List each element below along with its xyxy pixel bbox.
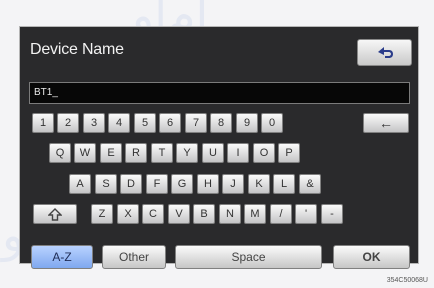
key-t[interactable]: T bbox=[151, 143, 173, 163]
key-7[interactable]: 7 bbox=[185, 113, 207, 133]
mode-az-button[interactable]: A-Z bbox=[31, 245, 93, 269]
back-button[interactable] bbox=[357, 39, 412, 66]
key-c[interactable]: C bbox=[142, 204, 164, 224]
key-dash[interactable]: - bbox=[321, 204, 343, 224]
key-1[interactable]: 1 bbox=[32, 113, 54, 133]
image-code: 354C50068U bbox=[386, 277, 428, 284]
mode-other-button[interactable]: Other bbox=[102, 245, 166, 269]
key-z[interactable]: Z bbox=[91, 204, 113, 224]
page-title: Device Name bbox=[30, 41, 124, 58]
ok-button[interactable]: OK bbox=[333, 245, 410, 269]
key-2[interactable]: 2 bbox=[57, 113, 79, 133]
key-4[interactable]: 4 bbox=[108, 113, 130, 133]
key-x[interactable]: X bbox=[117, 204, 139, 224]
key-y[interactable]: Y bbox=[176, 143, 198, 163]
key-ampersand[interactable]: & bbox=[299, 174, 321, 194]
device-name-input[interactable]: BT1_ bbox=[29, 82, 410, 104]
key-n[interactable]: N bbox=[219, 204, 241, 224]
key-g[interactable]: G bbox=[171, 174, 193, 194]
key-k[interactable]: K bbox=[248, 174, 270, 194]
key-j[interactable]: J bbox=[222, 174, 244, 194]
key-d[interactable]: D bbox=[120, 174, 142, 194]
key-w[interactable]: W bbox=[74, 143, 96, 163]
key-e[interactable]: E bbox=[100, 143, 122, 163]
key-q[interactable]: Q bbox=[49, 143, 71, 163]
key-apostrophe[interactable]: ' bbox=[295, 204, 317, 224]
key-f[interactable]: F bbox=[146, 174, 168, 194]
key-o[interactable]: O bbox=[253, 143, 275, 163]
key-r[interactable]: R bbox=[125, 143, 147, 163]
backspace-key[interactable]: ← bbox=[363, 113, 409, 133]
key-a[interactable]: A bbox=[69, 174, 91, 194]
key-m[interactable]: M bbox=[244, 204, 266, 224]
key-s[interactable]: S bbox=[95, 174, 117, 194]
key-9[interactable]: 9 bbox=[236, 113, 258, 133]
key-5[interactable]: 5 bbox=[134, 113, 156, 133]
back-arrow-icon bbox=[378, 47, 393, 58]
key-b[interactable]: B bbox=[193, 204, 215, 224]
key-0[interactable]: 0 bbox=[261, 113, 283, 133]
key-h[interactable]: H bbox=[197, 174, 219, 194]
key-3[interactable]: 3 bbox=[83, 113, 105, 133]
key-l[interactable]: L bbox=[273, 174, 295, 194]
shift-icon bbox=[47, 208, 63, 221]
shift-key[interactable] bbox=[33, 204, 77, 224]
key-6[interactable]: 6 bbox=[159, 113, 181, 133]
key-slash[interactable]: / bbox=[270, 204, 292, 224]
key-8[interactable]: 8 bbox=[210, 113, 232, 133]
key-v[interactable]: V bbox=[168, 204, 190, 224]
space-button[interactable]: Space bbox=[175, 245, 322, 269]
key-i[interactable]: I bbox=[227, 143, 249, 163]
key-p[interactable]: P bbox=[278, 143, 300, 163]
key-u[interactable]: U bbox=[202, 143, 224, 163]
